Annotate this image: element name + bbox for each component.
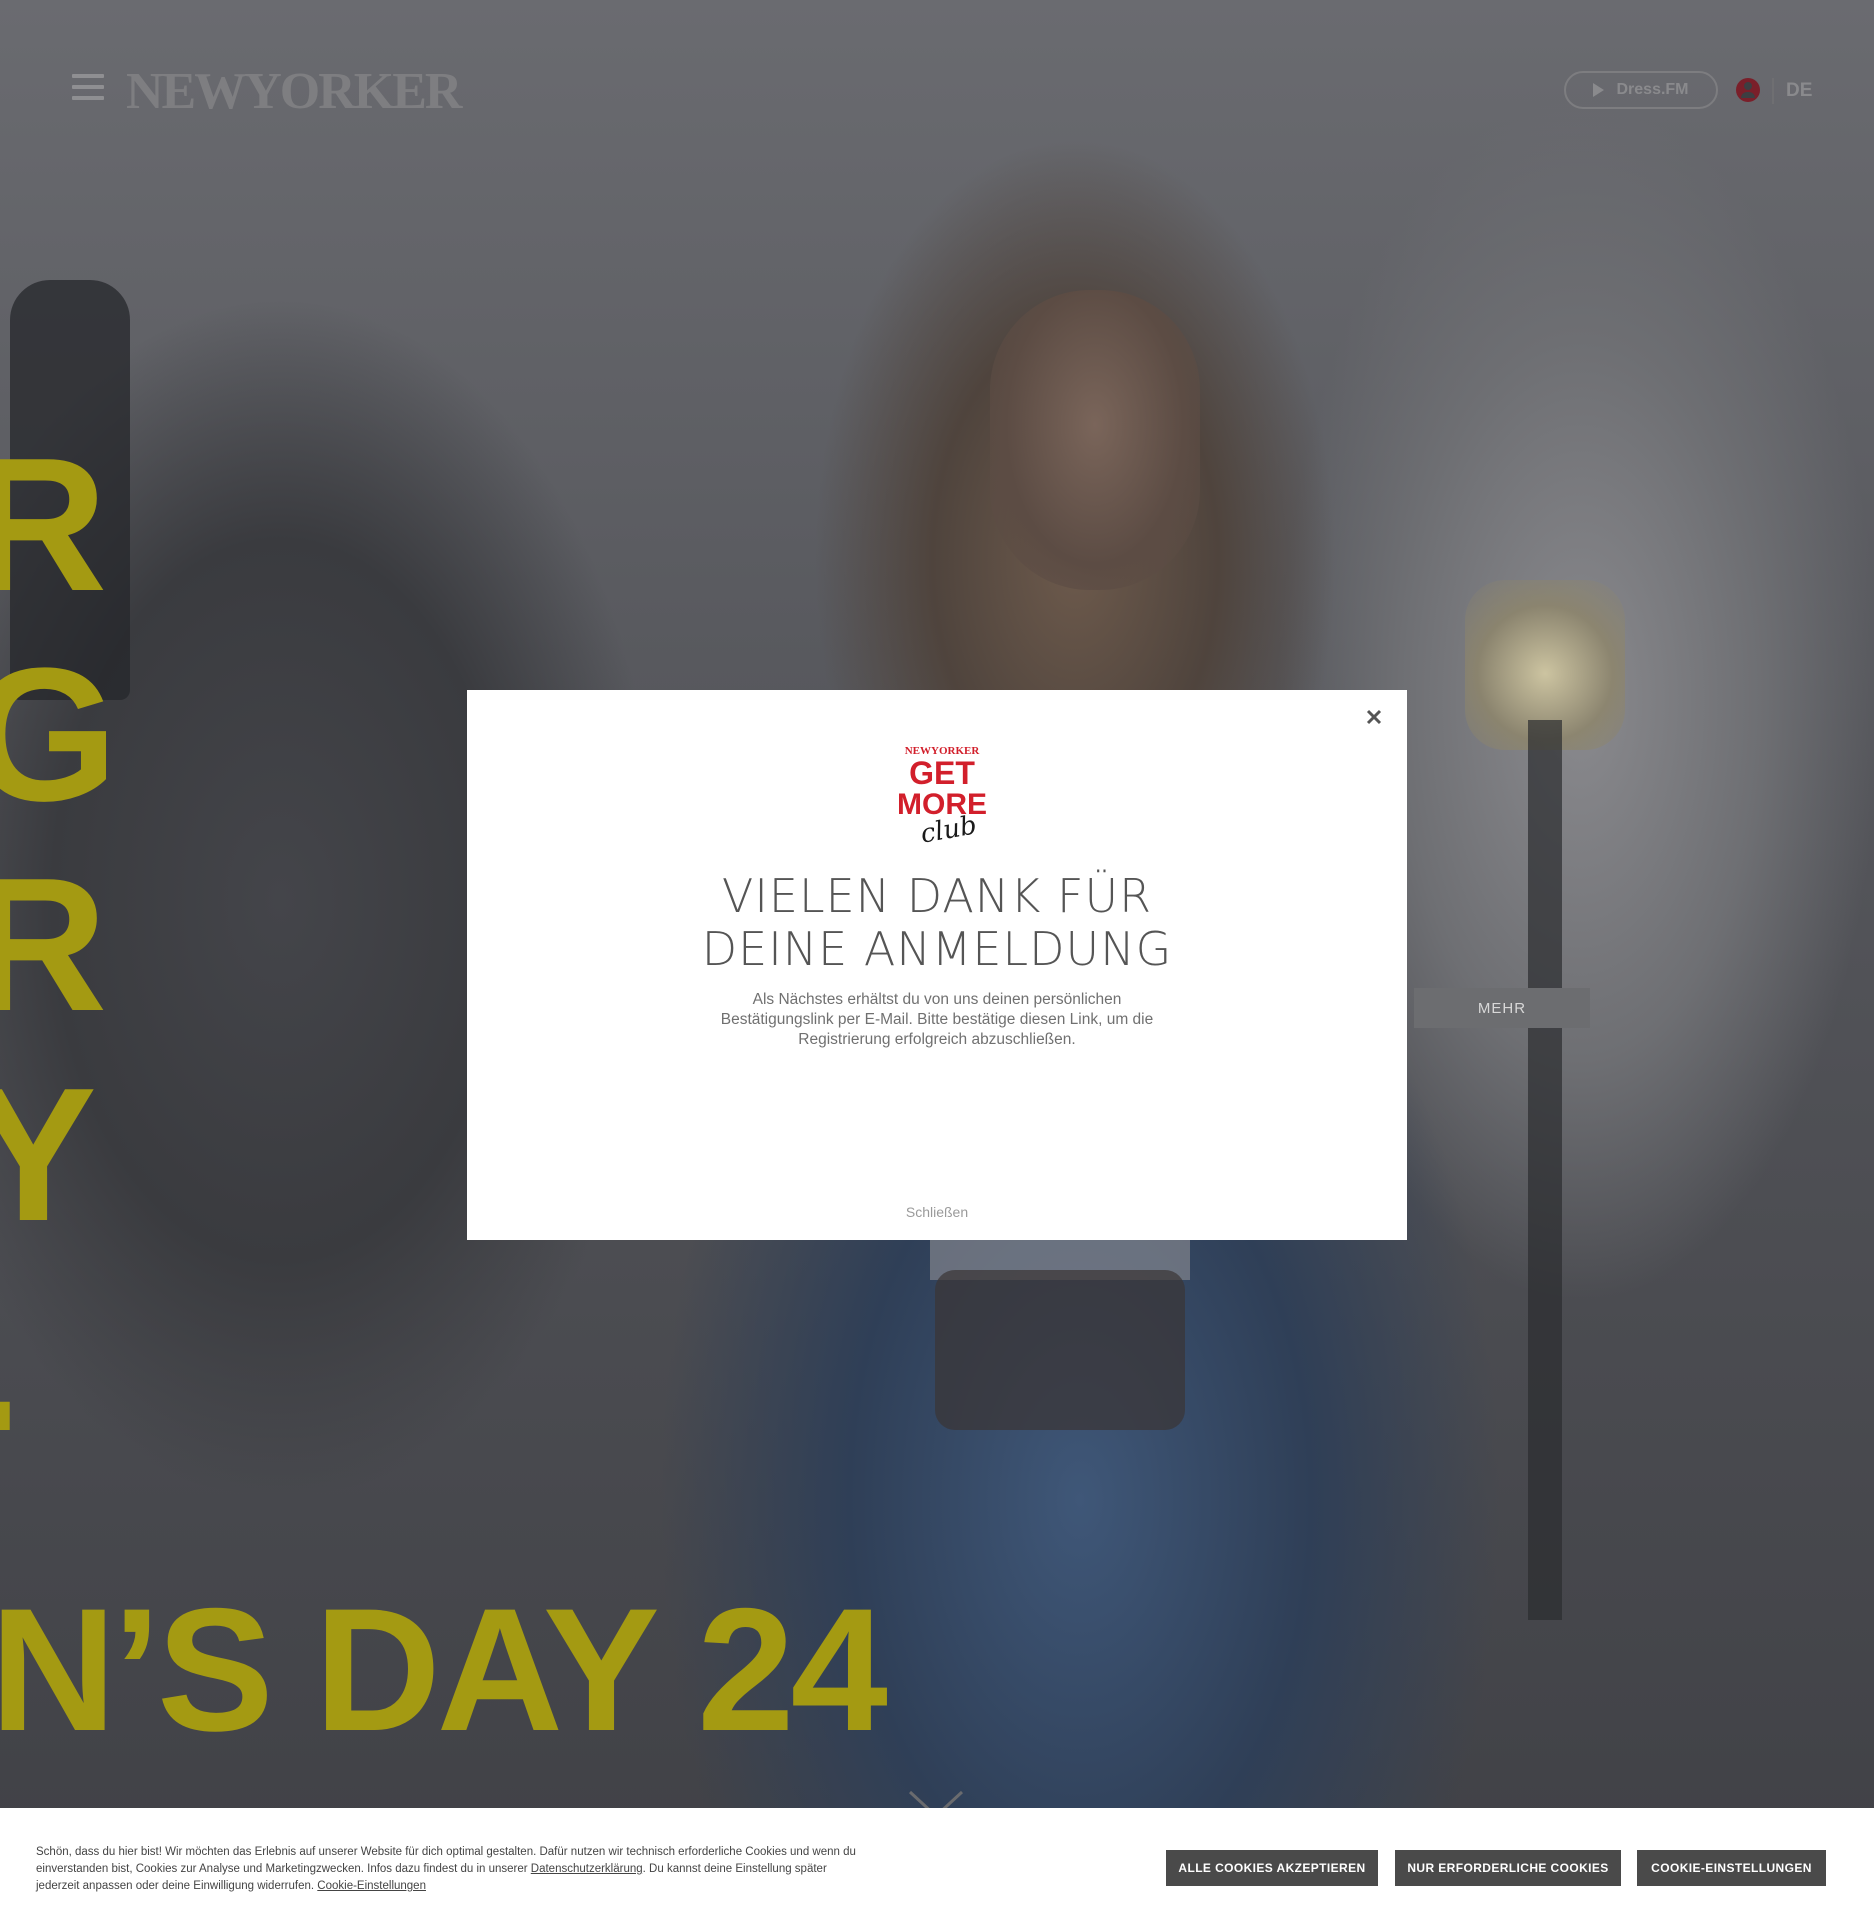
hero-model-face: [990, 290, 1200, 590]
play-icon: [1593, 83, 1605, 97]
hero-letter: Y: [0, 1049, 97, 1261]
hero-letter: R: [0, 839, 108, 1051]
signup-confirmation-modal: NEWYORKER GET MORE club VIELEN DANK FÜR …: [467, 690, 1407, 1240]
hero-letter: R: [0, 419, 108, 631]
header-divider: [1772, 78, 1774, 104]
cookie-settings-button[interactable]: COOKIE-EINSTELLUNGEN: [1637, 1850, 1826, 1886]
more-button[interactable]: MEHR: [1414, 988, 1590, 1028]
language-selector[interactable]: DE: [1786, 80, 1812, 102]
site-header: NEWYORKER Dress.FM DE: [0, 0, 1874, 180]
accept-all-cookies-button[interactable]: ALLE COOKIES AKZEPTIEREN: [1166, 1850, 1378, 1886]
modal-description: Als Nächstes erhältst du von uns deinen …: [720, 991, 1154, 1048]
modal-title-line: DEINE ANMELDUNG: [701, 922, 1173, 976]
close-icon[interactable]: [1363, 706, 1385, 728]
hero-lamp-pole: [1528, 720, 1562, 1620]
dressfm-button[interactable]: Dress.FM: [1564, 71, 1718, 109]
hero-model-waist: [935, 1270, 1185, 1430]
hamburger-menu-icon[interactable]: [72, 74, 104, 106]
modal-title: VIELEN DANK FÜR DEINE ANMELDUNG: [467, 870, 1407, 976]
hero-letter: .: [0, 1260, 80, 1470]
club-logo-get: GET: [909, 755, 975, 791]
modal-title-line: VIELEN DANK FÜR: [721, 869, 1153, 923]
necessary-cookies-button[interactable]: NUR ERFORDERLICHE COOKIES: [1395, 1850, 1621, 1886]
account-icon[interactable]: [1736, 78, 1760, 102]
privacy-policy-link[interactable]: Datenschutzerklärung: [531, 1863, 643, 1875]
modal-close-link[interactable]: Schließen: [467, 1204, 1407, 1220]
hero-tagline: N’S DAY 24: [0, 1573, 888, 1768]
cookie-settings-link[interactable]: Cookie-Einstellungen: [317, 1880, 426, 1892]
cookie-banner: Schön, dass du hier bist! Wir möchten da…: [0, 1808, 1874, 1931]
cookie-text: Schön, dass du hier bist! Wir möchten da…: [36, 1844, 856, 1895]
hero-letter: G: [0, 629, 118, 841]
dressfm-label: Dress.FM: [1616, 81, 1689, 98]
get-more-club-logo: NEWYORKER GET MORE club: [897, 745, 987, 850]
brand-logo[interactable]: NEWYORKER: [126, 64, 462, 120]
hero-vertical-text: R G R Y .: [0, 419, 118, 1470]
